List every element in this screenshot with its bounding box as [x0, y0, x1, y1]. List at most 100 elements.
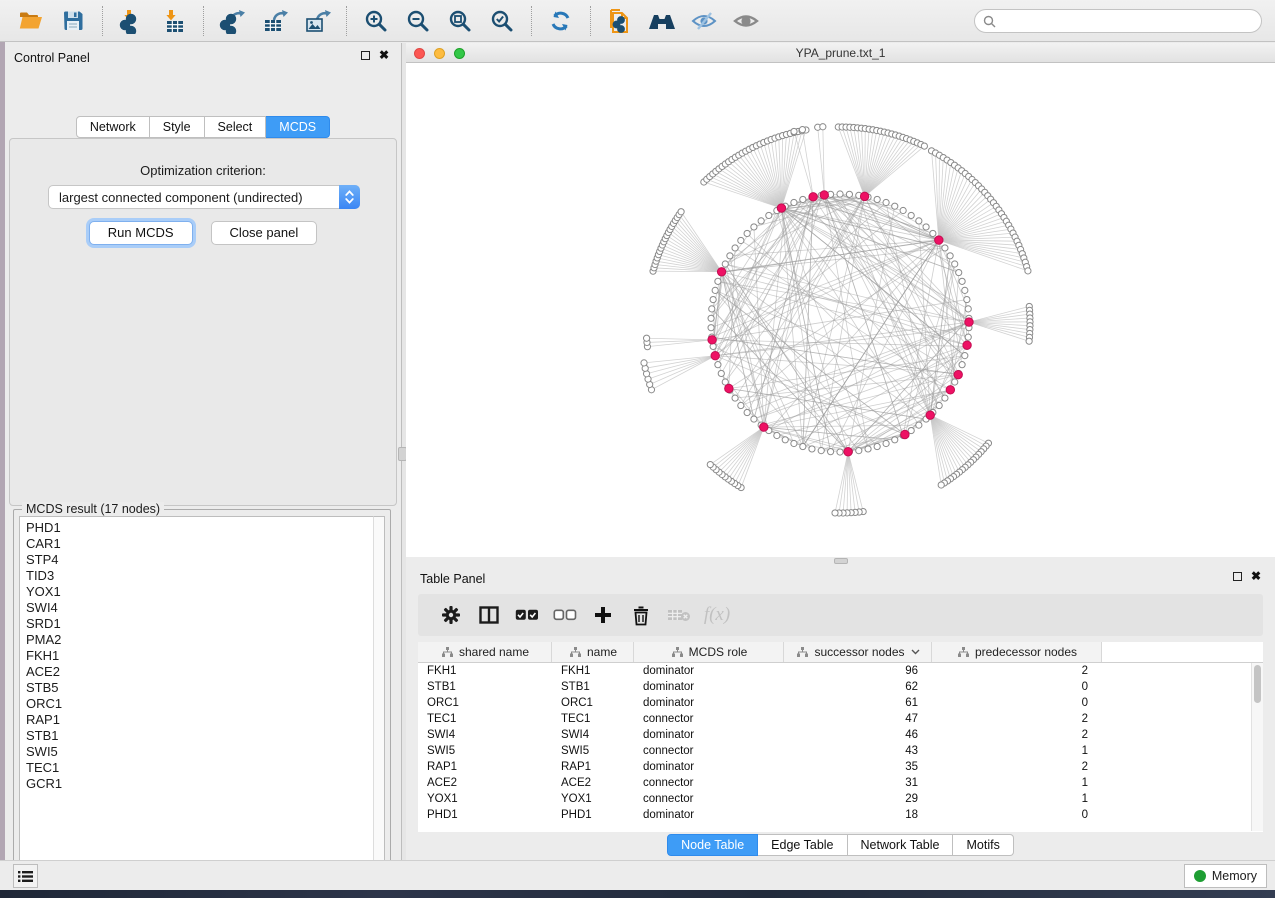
mcds-result-item[interactable]: ACE2 — [26, 664, 373, 680]
network-canvas[interactable] — [406, 63, 1275, 557]
mcds-result-item[interactable]: CAR1 — [26, 536, 373, 552]
graph-node[interactable] — [827, 449, 833, 455]
table-row[interactable]: STB1STB1dominator620 — [418, 679, 1263, 695]
graph-node[interactable] — [738, 402, 744, 408]
mcds-result-item[interactable]: STB5 — [26, 680, 373, 696]
tab-motifs[interactable]: Motifs — [953, 834, 1013, 856]
graph-node[interactable] — [678, 209, 684, 215]
save-icon[interactable] — [56, 6, 90, 36]
table-row[interactable]: SWI5SWI5connector431 — [418, 743, 1263, 759]
column-header-shared-name[interactable]: shared name — [418, 642, 552, 662]
graph-node[interactable] — [791, 199, 797, 205]
graph-node[interactable] — [710, 296, 716, 302]
graph-node[interactable] — [936, 402, 942, 408]
search-box[interactable] — [974, 9, 1262, 33]
graph-node[interactable] — [1026, 338, 1032, 344]
graph-node[interactable] — [744, 230, 750, 236]
graph-node[interactable] — [758, 218, 764, 224]
horizontal-splitter-handle[interactable] — [834, 558, 848, 564]
mcds-result-item[interactable]: STB1 — [26, 728, 373, 744]
graph-node[interactable] — [791, 128, 797, 134]
mcds-result-item[interactable]: TEC1 — [26, 760, 373, 776]
graph-node[interactable] — [751, 416, 757, 422]
tab-edge-table[interactable]: Edge Table — [758, 834, 847, 856]
delete-row-icon[interactable] — [622, 600, 660, 630]
binoculars-icon[interactable] — [645, 6, 679, 36]
graph-node[interactable] — [782, 437, 788, 443]
graph-node[interactable] — [715, 278, 721, 284]
graph-node[interactable] — [874, 196, 880, 202]
graph-node[interactable] — [959, 278, 965, 284]
graph-node[interactable] — [883, 199, 889, 205]
zoom-fit-icon[interactable] — [443, 6, 477, 36]
mcds-result-item[interactable]: YOX1 — [26, 584, 373, 600]
graph-node[interactable] — [938, 482, 944, 488]
graph-node[interactable] — [846, 191, 852, 197]
graph-node[interactable] — [952, 379, 958, 385]
graph-hub-node[interactable] — [946, 386, 954, 394]
graph-node[interactable] — [959, 362, 965, 368]
graph-node[interactable] — [930, 230, 936, 236]
graph-hub-node[interactable] — [844, 448, 852, 456]
graph-node[interactable] — [800, 196, 806, 202]
graph-hub-node[interactable] — [717, 268, 725, 276]
graph-node[interactable] — [892, 203, 898, 209]
table-row[interactable]: FKH1FKH1dominator962 — [418, 663, 1263, 679]
graph-node[interactable] — [809, 446, 815, 452]
close-table-panel-icon[interactable]: ✖ — [1251, 572, 1261, 581]
graph-node[interactable] — [744, 409, 750, 415]
table-row[interactable]: ACE2ACE2connector311 — [418, 775, 1263, 791]
document-share-icon[interactable] — [603, 6, 637, 36]
tab-network[interactable]: Network — [76, 116, 150, 138]
mcds-result-list[interactable]: PHD1CAR1STP4TID3YOX1SWI4SRD1PMA2FKH1ACE2… — [19, 516, 374, 874]
graph-node[interactable] — [707, 461, 713, 467]
graph-hub-node[interactable] — [965, 318, 973, 326]
table-row[interactable]: TEC1TEC1connector472 — [418, 711, 1263, 727]
float-table-panel-icon[interactable] — [1233, 572, 1242, 581]
table-row[interactable]: ORC1ORC1dominator610 — [418, 695, 1263, 711]
graph-node[interactable] — [965, 306, 971, 312]
graph-node[interactable] — [766, 212, 772, 218]
graph-node[interactable] — [837, 449, 843, 455]
zoom-out-icon[interactable] — [401, 6, 435, 36]
float-panel-icon[interactable] — [361, 51, 370, 60]
graph-hub-node[interactable] — [954, 370, 962, 378]
tab-node-table[interactable]: Node Table — [667, 834, 758, 856]
mcds-list-scrollbar[interactable] — [373, 516, 385, 874]
graph-hub-node[interactable] — [708, 336, 716, 344]
horizontal-splitter[interactable] — [406, 557, 1275, 565]
close-panel-icon[interactable]: ✖ — [379, 51, 389, 60]
mcds-result-item[interactable]: SRD1 — [26, 616, 373, 632]
graph-node[interactable] — [818, 448, 824, 454]
mcds-result-item[interactable]: STP4 — [26, 552, 373, 568]
graph-node[interactable] — [715, 362, 721, 368]
tab-select[interactable]: Select — [205, 116, 267, 138]
export-image-icon[interactable] — [300, 6, 334, 36]
graph-node[interactable] — [874, 443, 880, 449]
mcds-result-item[interactable]: GCR1 — [26, 776, 373, 792]
graph-node[interactable] — [727, 253, 733, 259]
graph-node[interactable] — [964, 296, 970, 302]
gear-icon[interactable] — [432, 600, 470, 630]
mcds-result-item[interactable]: TID3 — [26, 568, 373, 584]
run-mcds-button[interactable]: Run MCDS — [89, 221, 193, 245]
tab-network-table[interactable]: Network Table — [848, 834, 954, 856]
graph-node[interactable] — [712, 287, 718, 293]
graph-node[interactable] — [641, 360, 647, 366]
deselect-all-icon[interactable] — [546, 600, 584, 630]
graph-hub-node[interactable] — [760, 423, 768, 431]
refresh-icon[interactable] — [544, 6, 578, 36]
graph-hub-node[interactable] — [901, 430, 909, 438]
graph-hub-node[interactable] — [926, 411, 934, 419]
graph-hub-node[interactable] — [725, 384, 733, 392]
graph-node[interactable] — [916, 218, 922, 224]
graph-hub-node[interactable] — [963, 341, 971, 349]
graph-node[interactable] — [751, 224, 757, 230]
graph-node[interactable] — [643, 335, 649, 341]
column-header-successor-nodes[interactable]: successor nodes — [784, 642, 932, 662]
tab-style[interactable]: Style — [150, 116, 205, 138]
graph-node[interactable] — [732, 245, 738, 251]
mcds-result-item[interactable]: RAP1 — [26, 712, 373, 728]
mcds-result-item[interactable]: ORC1 — [26, 696, 373, 712]
column-header-name[interactable]: name — [552, 642, 634, 662]
